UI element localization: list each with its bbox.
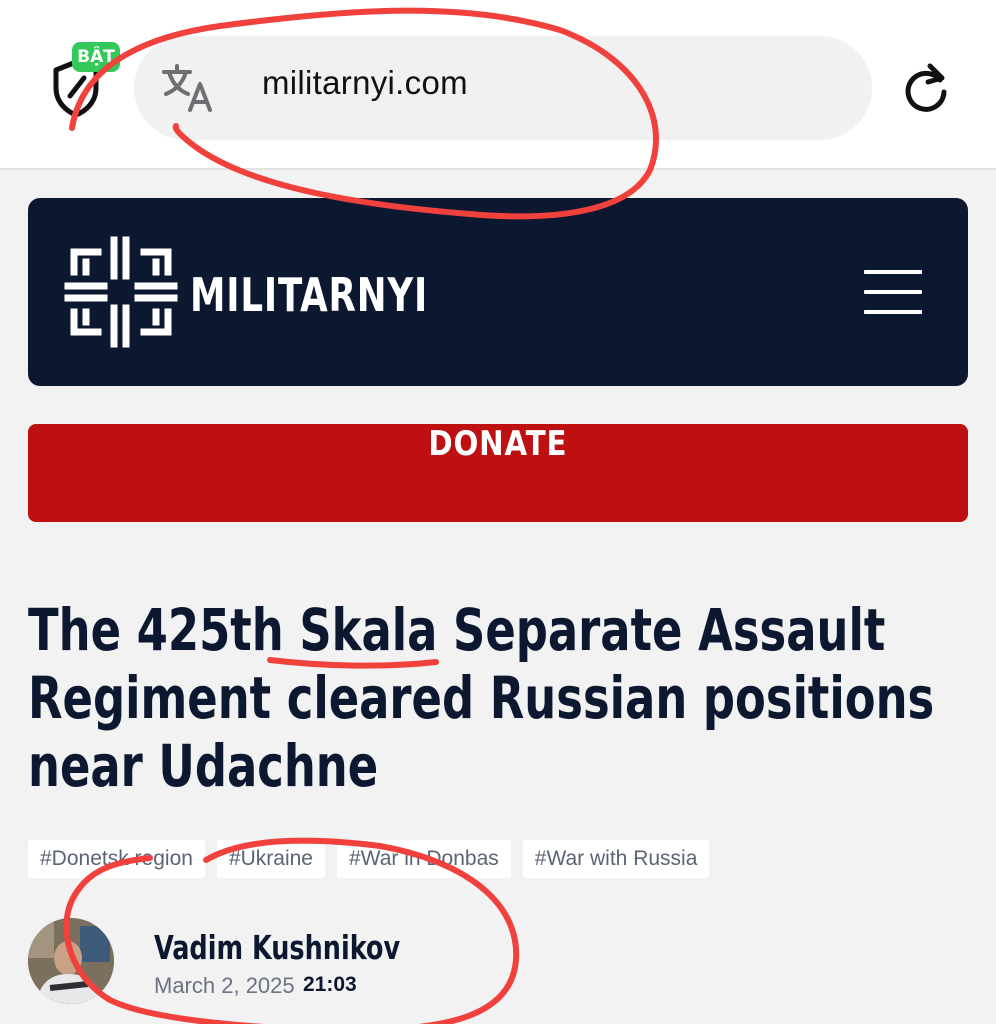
- publish-date: March 2, 2025: [154, 973, 295, 998]
- tag-war-with-russia[interactable]: #War with Russia: [522, 840, 710, 878]
- adblock-status-badge: BẬT: [72, 42, 120, 72]
- hamburger-menu-icon[interactable]: [864, 268, 922, 316]
- author-name-text: Vadim Kushnikov: [154, 928, 401, 967]
- page: BẬT militarnyi.com MILITARNYI DONATE The…: [0, 0, 996, 1024]
- donate-button[interactable]: DONATE: [28, 424, 968, 522]
- tag-donetsk-region[interactable]: #Donetsk region: [28, 840, 205, 878]
- article-tags: #Donetsk region #Ukraine #War in Donbas …: [28, 840, 710, 880]
- translate-icon[interactable]: [160, 60, 216, 116]
- militarnyi-logo-icon[interactable]: [64, 236, 178, 348]
- headline-line: near Udachne: [28, 732, 379, 800]
- author-name[interactable]: Vadim Kushnikov: [154, 928, 440, 967]
- headline-line: Regiment cleared Russian positions: [28, 664, 935, 732]
- headline-line: The 425th Skala Separate Assault: [28, 596, 886, 664]
- article-headline: The 425th Skala Separate Assault Regimen…: [28, 596, 968, 800]
- reload-icon[interactable]: [900, 60, 952, 116]
- address-bar[interactable]: [134, 36, 872, 140]
- tag-war-in-donbas[interactable]: #War in Donbas: [336, 840, 511, 878]
- donate-label: DONATE: [428, 424, 568, 464]
- url-text[interactable]: militarnyi.com: [262, 64, 468, 102]
- author-avatar[interactable]: [28, 918, 114, 1004]
- tag-ukraine[interactable]: #Ukraine: [216, 840, 325, 878]
- site-logo-text[interactable]: MILITARNYI: [190, 268, 428, 322]
- publish-time: 21:03: [303, 973, 357, 996]
